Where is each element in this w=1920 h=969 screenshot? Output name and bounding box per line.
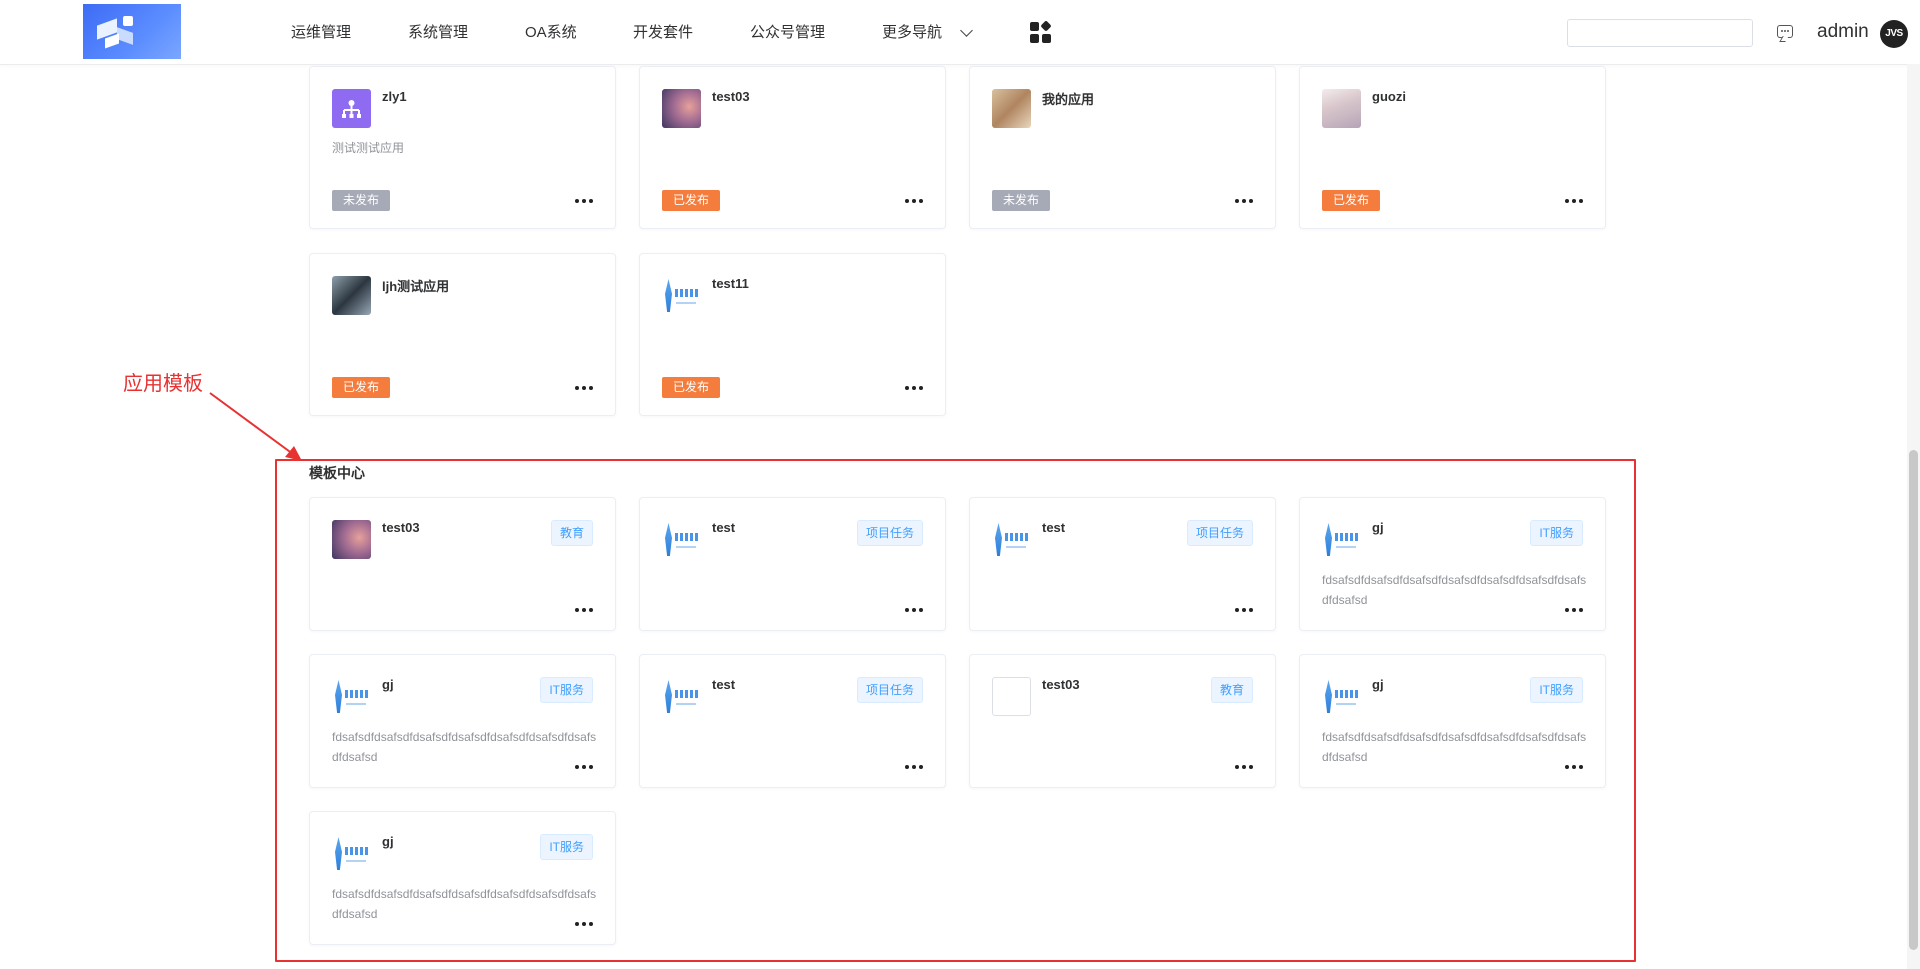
template-card[interactable]: gj IT服务 fdsafsdfdsafsdfdsafsdfdsafsdfdsa… xyxy=(1299,497,1606,631)
template-title: test xyxy=(712,677,736,692)
template-description: fdsafsdfdsafsdfdsafsdfdsafsdfdsafsdfdsaf… xyxy=(332,730,597,764)
more-options-icon[interactable] xyxy=(1565,765,1583,771)
nav-item-ops[interactable]: 运维管理 xyxy=(291,21,351,42)
nav-item-devkit[interactable]: 开发套件 xyxy=(633,21,693,42)
template-card[interactable]: gj IT服务 fdsafsdfdsafsdfdsafsdfdsafsdfdsa… xyxy=(309,811,616,945)
category-tag: 项目任务 xyxy=(856,677,923,703)
template-description: fdsafsdfdsafsdfdsafsdfdsafsdfdsafsdfdsaf… xyxy=(332,887,597,921)
category-tag: IT服务 xyxy=(1530,677,1583,703)
template-title: gj xyxy=(382,834,394,849)
blank-icon xyxy=(992,677,1031,716)
gradient-icon xyxy=(332,520,371,559)
logo-shape xyxy=(123,16,133,26)
app-card[interactable]: guozi 已发布 xyxy=(1299,66,1606,229)
template-card[interactable]: gj IT服务 fdsafsdfdsafsdfdsafsdfdsafsdfdsa… xyxy=(1299,654,1606,788)
status-badge: 已发布 xyxy=(332,377,391,398)
category-tag: 教育 xyxy=(1210,677,1253,703)
template-title: test03 xyxy=(1042,677,1080,692)
app-title: guozi xyxy=(1372,89,1406,104)
rocket-logo-icon xyxy=(662,677,701,716)
app-title: zly1 xyxy=(382,89,407,104)
more-options-icon[interactable] xyxy=(1565,608,1583,614)
photo-icon xyxy=(332,276,371,315)
gradient-icon xyxy=(662,89,701,128)
scrollbar-thumb[interactable] xyxy=(1909,450,1918,950)
apps-grid-icon[interactable] xyxy=(1030,20,1052,44)
app-description: 测试测试应用 xyxy=(332,141,405,155)
status-badge: 已发布 xyxy=(662,190,721,211)
nav-item-official-account[interactable]: 公众号管理 xyxy=(750,21,825,42)
template-title: gj xyxy=(382,677,394,692)
template-title: test xyxy=(712,520,736,535)
more-options-icon[interactable] xyxy=(1235,608,1253,614)
rocket-logo-icon xyxy=(662,276,701,315)
more-options-icon[interactable] xyxy=(905,199,923,205)
more-options-icon[interactable] xyxy=(575,608,593,614)
message-icon[interactable] xyxy=(1777,25,1793,38)
more-options-icon[interactable] xyxy=(905,386,923,392)
section-title: 模板中心 xyxy=(309,465,365,481)
search-input[interactable] xyxy=(1567,19,1753,47)
photo-icon xyxy=(1322,89,1361,128)
nav-item-more[interactable]: 更多导航 xyxy=(882,21,942,42)
more-options-icon[interactable] xyxy=(575,199,593,205)
rocket-logo-icon xyxy=(332,834,371,873)
rocket-logo-icon xyxy=(1322,520,1361,559)
more-options-icon[interactable] xyxy=(905,765,923,771)
app-title: ljh测试应用 xyxy=(382,279,450,294)
nav-item-system[interactable]: 系统管理 xyxy=(408,21,468,42)
rocket-logo-icon xyxy=(332,677,371,716)
brand-logo[interactable] xyxy=(83,4,181,59)
template-description: fdsafsdfdsafsdfdsafsdfdsafsdfdsafsdfdsaf… xyxy=(1322,573,1587,607)
rocket-logo-icon xyxy=(992,520,1031,559)
top-navigation-bar: 运维管理 系统管理 OA系统 开发套件 公众号管理 更多导航 admin JVS xyxy=(0,0,1920,65)
rocket-logo-icon xyxy=(1322,677,1361,716)
template-card[interactable]: test03 教育 xyxy=(969,654,1276,788)
nav-item-oa[interactable]: OA系统 xyxy=(525,21,577,42)
username[interactable]: admin xyxy=(1817,21,1869,43)
template-description: fdsafsdfdsafsdfdsafsdfdsafsdfdsafsdfdsaf… xyxy=(1322,730,1587,764)
template-title: gj xyxy=(1372,677,1384,692)
template-title: test03 xyxy=(382,520,420,535)
template-card[interactable]: test 项目任务 xyxy=(639,497,946,631)
category-tag: 教育 xyxy=(550,520,593,546)
network-icon xyxy=(332,89,371,128)
app-card[interactable]: test03 已发布 xyxy=(639,66,946,229)
category-tag: IT服务 xyxy=(1530,520,1583,546)
template-title: test xyxy=(1042,520,1066,535)
more-options-icon[interactable] xyxy=(1235,765,1253,771)
status-badge: 已发布 xyxy=(1322,190,1381,211)
app-card[interactable]: 我的应用 未发布 xyxy=(969,66,1276,229)
template-card[interactable]: test 项目任务 xyxy=(639,654,946,788)
avatar[interactable]: JVS xyxy=(1880,20,1908,48)
status-badge: 未发布 xyxy=(992,190,1051,211)
app-title: test03 xyxy=(712,89,750,104)
more-options-icon[interactable] xyxy=(575,386,593,392)
photo-icon xyxy=(992,89,1031,128)
app-title: test11 xyxy=(712,276,749,291)
template-card[interactable]: test03 教育 xyxy=(309,497,616,631)
category-tag: IT服务 xyxy=(540,677,593,703)
logo-shape xyxy=(117,27,133,45)
more-options-icon[interactable] xyxy=(575,922,593,928)
category-tag: 项目任务 xyxy=(856,520,923,546)
template-card[interactable]: test 项目任务 xyxy=(969,497,1276,631)
template-card[interactable]: gj IT服务 fdsafsdfdsafsdfdsafsdfdsafsdfdsa… xyxy=(309,654,616,788)
app-card[interactable]: zly1 测试测试应用 未发布 xyxy=(309,66,616,229)
more-options-icon[interactable] xyxy=(905,608,923,614)
annotation-label: 应用模板 xyxy=(123,373,203,395)
app-card[interactable]: ljh测试应用 已发布 xyxy=(309,253,616,416)
more-options-icon[interactable] xyxy=(1235,199,1253,205)
rocket-logo-icon xyxy=(662,520,701,559)
app-title: 我的应用 xyxy=(1042,92,1095,107)
status-badge: 已发布 xyxy=(662,377,721,398)
status-badge: 未发布 xyxy=(332,190,391,211)
chevron-down-icon[interactable] xyxy=(960,24,973,37)
template-title: gj xyxy=(1372,520,1384,535)
more-options-icon[interactable] xyxy=(575,765,593,771)
app-card[interactable]: test11 已发布 xyxy=(639,253,946,416)
category-tag: IT服务 xyxy=(540,834,593,860)
category-tag: 项目任务 xyxy=(1186,520,1253,546)
more-options-icon[interactable] xyxy=(1565,199,1583,205)
